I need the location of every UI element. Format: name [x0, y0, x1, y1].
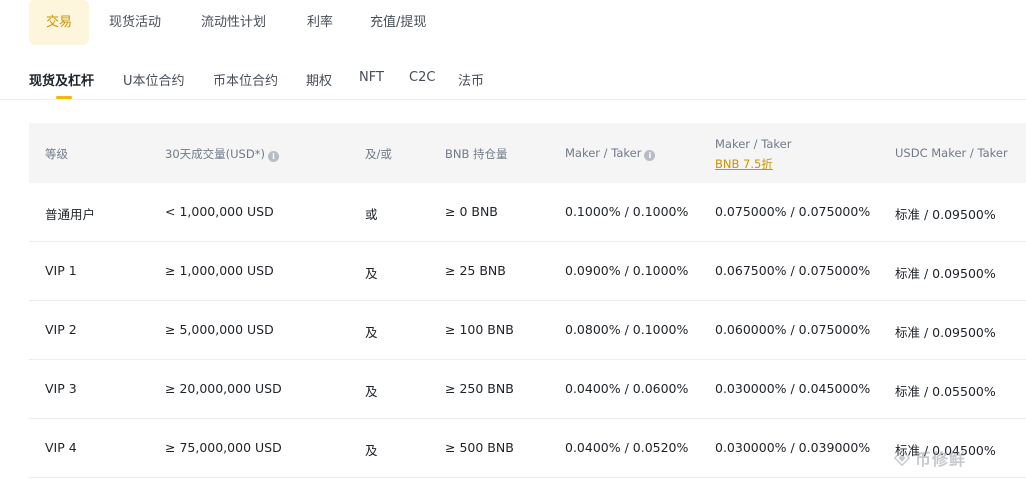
tab-spot-activity[interactable]: 现货活动 — [109, 0, 161, 45]
cell-usdc-maker-taker: 标准 / 0.09500% — [895, 266, 996, 281]
cell-level: VIP 2 — [45, 322, 77, 337]
cell-usdc-maker-taker: 标准 / 0.05500% — [895, 384, 996, 399]
cell-volume: ≥ 20,000,000 USD — [165, 381, 282, 396]
cell-maker-taker-bnb: 0.067500% / 0.075000% — [715, 263, 871, 278]
cell-maker-taker: 0.1000% / 0.1000% — [565, 204, 689, 219]
cell-maker-taker-bnb: 0.060000% / 0.075000% — [715, 322, 871, 337]
info-icon[interactable]: i — [644, 150, 656, 161]
header-maker-taker-bnb-label: Maker / Taker — [715, 137, 792, 151]
header-and-or: 及/或 — [365, 147, 392, 161]
cell-bnb-holding: ≥ 100 BNB — [445, 322, 514, 337]
cell-volume: ≥ 75,000,000 USD — [165, 440, 282, 455]
cell-and-or: 及 — [365, 443, 378, 458]
cell-maker-taker-bnb: 0.075000% / 0.075000% — [715, 204, 871, 219]
bnb-discount-link[interactable]: BNB 7.5折 — [715, 156, 791, 172]
cell-and-or: 及 — [365, 325, 378, 340]
table-row: VIP 4 ≥ 75,000,000 USD 及 ≥ 500 BNB 0.040… — [29, 419, 1026, 478]
header-volume-label: 30天成交量(USD*) — [165, 147, 265, 161]
top-tab-bar: 交易 现货活动 流动性计划 利率 充值/提现 — [0, 0, 1026, 45]
cell-volume: ≥ 1,000,000 USD — [165, 263, 274, 278]
cell-bnb-holding: ≥ 500 BNB — [445, 440, 514, 455]
cell-usdc-maker-taker: 标准 / 0.09500% — [895, 207, 996, 222]
header-bnb-holding: BNB 持仓量 — [445, 147, 508, 161]
cell-and-or: 及 — [365, 384, 378, 399]
cell-level: VIP 1 — [45, 263, 77, 278]
table-row: VIP 3 ≥ 20,000,000 USD 及 ≥ 250 BNB 0.040… — [29, 360, 1026, 419]
tab-interest-rate[interactable]: 利率 — [307, 0, 333, 45]
cell-and-or: 及 — [365, 266, 378, 281]
subtab-coinm-futures[interactable]: 币本位合约 — [213, 70, 278, 89]
cell-volume: ≥ 5,000,000 USD — [165, 322, 274, 337]
cell-volume: < 1,000,000 USD — [165, 204, 274, 219]
subtab-options[interactable]: 期权 — [306, 70, 332, 89]
subtab-nft[interactable]: NFT — [359, 70, 384, 85]
cell-and-or: 或 — [365, 207, 378, 222]
cell-level: 普通用户 — [45, 207, 96, 222]
cell-bnb-holding: ≥ 0 BNB — [445, 204, 498, 219]
tab-liquidity-program[interactable]: 流动性计划 — [201, 0, 266, 45]
cell-level: VIP 4 — [45, 440, 77, 455]
subtab-c2c[interactable]: C2C — [409, 70, 435, 85]
subtab-spot-margin[interactable]: 现货及杠杆 — [29, 70, 94, 89]
cell-maker-taker: 0.0900% / 0.1000% — [565, 263, 689, 278]
watermark: 币修鲜 — [893, 445, 966, 471]
cell-maker-taker: 0.0800% / 0.1000% — [565, 322, 689, 337]
header-volume: 30天成交量(USD*) i — [165, 146, 279, 162]
watermark-text: 币修鲜 — [915, 450, 967, 469]
header-maker-taker: Maker / Taker i — [565, 146, 656, 161]
table-row: VIP 2 ≥ 5,000,000 USD 及 ≥ 100 BNB 0.0800… — [29, 301, 1026, 360]
cell-usdc-maker-taker: 标准 / 0.09500% — [895, 325, 996, 340]
cell-maker-taker: 0.0400% / 0.0600% — [565, 381, 689, 396]
header-maker-taker-bnb: Maker / Taker BNB 7.5折 — [715, 137, 791, 172]
cell-bnb-holding: ≥ 25 BNB — [445, 263, 506, 278]
table-header: 等级 30天成交量(USD*) i 及/或 BNB 持仓量 Maker / Tak… — [29, 123, 1026, 183]
table-row: VIP 1 ≥ 1,000,000 USD 及 ≥ 25 BNB 0.0900%… — [29, 242, 1026, 301]
cell-bnb-holding: ≥ 250 BNB — [445, 381, 514, 396]
cell-level: VIP 3 — [45, 381, 77, 396]
tab-deposit-withdraw[interactable]: 充值/提现 — [370, 0, 426, 45]
header-usdc-maker-taker: USDC Maker / Taker — [895, 146, 1008, 160]
subtab-usdm-futures[interactable]: U本位合约 — [123, 70, 185, 89]
tab-trading[interactable]: 交易 — [29, 0, 89, 45]
cell-maker-taker-bnb: 0.030000% / 0.045000% — [715, 381, 871, 396]
info-icon[interactable]: i — [267, 151, 279, 162]
active-subtab-indicator — [56, 96, 72, 99]
header-level: 等级 — [45, 147, 68, 161]
subtab-fiat[interactable]: 法币 — [458, 70, 484, 89]
watermark-logo-icon — [893, 449, 911, 467]
header-maker-taker-label: Maker / Taker — [565, 146, 642, 160]
cell-maker-taker-bnb: 0.030000% / 0.039000% — [715, 440, 871, 455]
sub-tab-bar: 现货及杠杆 U本位合约 币本位合约 期权 NFT C2C 法币 — [0, 60, 1026, 100]
fee-table: 等级 30天成交量(USD*) i 及/或 BNB 持仓量 Maker / Tak… — [29, 123, 1026, 478]
cell-maker-taker: 0.0400% / 0.0520% — [565, 440, 689, 455]
table-row: 普通用户 < 1,000,000 USD 或 ≥ 0 BNB 0.1000% /… — [29, 183, 1026, 242]
